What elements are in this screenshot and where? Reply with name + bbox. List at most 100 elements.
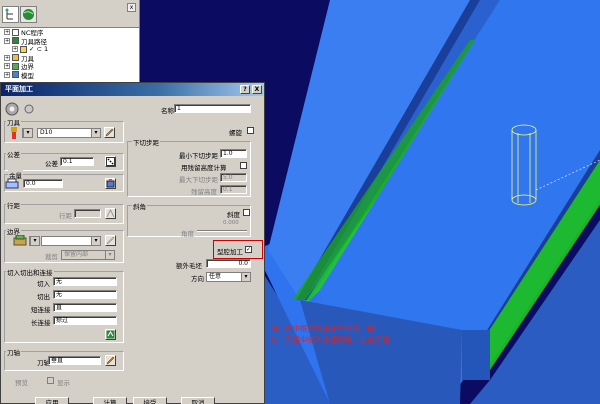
globe-icon [23,9,34,20]
max-stepdown-field[interactable]: 5.0 [220,173,247,182]
display-checkbox[interactable] [47,377,54,384]
expand-icon[interactable]: + [4,37,10,44]
accept-button[interactable]: 接受 [133,397,167,404]
cusp-field[interactable]: 0.1 [220,185,247,194]
tolerance-field[interactable]: 0.1 [60,157,94,166]
leads-icon [106,330,115,339]
tool-axis-group-title: 刀轴 [6,347,21,357]
tree-item-label: 模型 [21,71,34,80]
helical-checkbox[interactable] [247,127,254,134]
max-stepdown-label: 最大下切步距 [179,176,218,184]
tree-node-icon [12,54,19,62]
lead-out-label: 切出 [37,293,50,301]
lead-in-field[interactable]: 无 [53,277,117,286]
extra-stock-label: 额外毛坯 [176,262,202,270]
tree-node-icon [20,45,27,53]
planar-machining-dialog: 平面加工 ? X 名称 1 刀具 D10 螺旋 公差 公差 0.1 余量 0.0… [0,82,265,404]
angle-label: 角度 [181,230,194,238]
direction-combo[interactable]: 任意 [206,272,251,282]
long-link-field[interactable]: 掠过 [53,316,117,325]
taper-checkbox[interactable] [243,209,250,216]
dice-icon [106,157,115,166]
pencil-icon [105,128,114,137]
tolerance-dice-button[interactable] [105,156,116,167]
direction-label: 方向 [191,275,204,283]
stepdown-group-title: 下切步距 [132,137,160,147]
tree-node-icon [12,62,19,70]
boundary-trim-combo[interactable]: 保留内部 [61,250,115,260]
stepover-label: 行距 [59,212,72,220]
dialog-title: 平面加工 [5,85,33,93]
boundary-type-combo[interactable] [29,236,40,246]
expand-icon[interactable]: + [4,71,10,78]
residual-checkbox[interactable] [240,162,247,169]
long-link-label: 长连接 [31,319,51,327]
explorer-tab-globe[interactable] [20,6,37,23]
close-button[interactable]: X [252,85,262,94]
boundary-edit-button[interactable] [105,235,116,246]
tolerance-label: 公差 [45,160,58,168]
tool-type-combo[interactable] [22,128,33,138]
apply-button[interactable]: 应用 [35,397,69,404]
leads-edit-button[interactable] [105,329,116,340]
extra-stock-field[interactable]: 0.0 [206,259,251,268]
explorer-tab-tree[interactable] [2,6,19,23]
explorer-tabs: x [0,0,139,28]
calculate-button[interactable]: 计算 [93,397,127,404]
leads-links-group-title: 切入切出和连接 [6,267,54,277]
tool-select-combo[interactable]: D10 [37,128,101,138]
annotation-line-2: 在一刀路中依次多层切削，生成刀路 [270,335,390,344]
help-button[interactable]: ? [240,85,250,94]
display-label: 显示 [57,379,70,387]
name-field[interactable]: 1 [174,104,251,113]
expand-icon[interactable]: + [4,63,10,70]
allowance-field[interactable]: 0.0 [23,179,63,188]
pencil-icon [106,356,115,365]
highlight-box [213,240,263,259]
expand-icon[interactable]: + [4,29,10,36]
stepover-group-title: 行距 [6,200,21,210]
preview-label: 预览 [15,379,28,387]
explorer-panel: x + NC程序 + 刀具路径 + ✓ ⊂ 1 + 刀具 + 边界 + 模型 [0,0,140,86]
stepover-button[interactable] [105,208,116,219]
cancel-button[interactable]: 取消 [181,397,215,404]
tree-item[interactable]: + 刀具路径 [0,37,139,46]
pencil-icon [106,236,115,245]
min-stepdown-label: 最小下切步距 [179,152,218,160]
tree-item-label: 刀具路径 [21,37,47,46]
tool-axis-field[interactable]: 垂直 [48,356,101,365]
allowance-icon [5,178,19,189]
boundary-icon [13,234,27,246]
explorer-tree: + NC程序 + 刀具路径 + ✓ ⊂ 1 + 刀具 + 边界 + 模型 [0,28,139,80]
min-stepdown-field[interactable]: 1.0 [220,149,247,158]
lead-out-field[interactable]: 无 [53,290,117,299]
explorer-close-button[interactable]: x [127,3,136,12]
taper-label: 斜度 [227,211,240,219]
cusp-label: 残留高度 [191,188,217,196]
component-icon [106,179,115,188]
gear-icon [23,103,35,115]
boundary-select-combo[interactable] [41,236,101,246]
tool-edit-button[interactable] [104,127,115,138]
name-label: 名称 [161,107,174,115]
allowance-button[interactable] [105,178,116,189]
end-mill-icon [9,127,19,139]
lead-in-label: 切入 [37,280,50,288]
stepover-field[interactable] [74,209,101,218]
stepover-icon [106,208,115,218]
machining-strategy-icon [4,101,20,117]
expand-icon[interactable]: + [4,54,10,61]
tool-axis-edit-button[interactable] [105,355,116,366]
annotation-line-1: 使用图中框选项设置型腔加工即 [270,324,375,333]
dialog-titlebar[interactable]: 平面加工 ? X [1,83,264,96]
tree-node-icon [12,37,19,45]
tree-item[interactable]: + 模型 [0,71,139,80]
angle-slider[interactable] [197,230,247,232]
short-link-label: 短连接 [31,306,51,314]
short-link-field[interactable]: 直 [53,303,117,312]
expand-icon[interactable]: + [12,46,18,53]
angle-value: 0.000 [223,220,239,226]
taper-group-title: 斜角 [132,201,147,211]
residual-label: 用残留高度计算 [181,164,227,172]
tree-icon [5,8,13,20]
